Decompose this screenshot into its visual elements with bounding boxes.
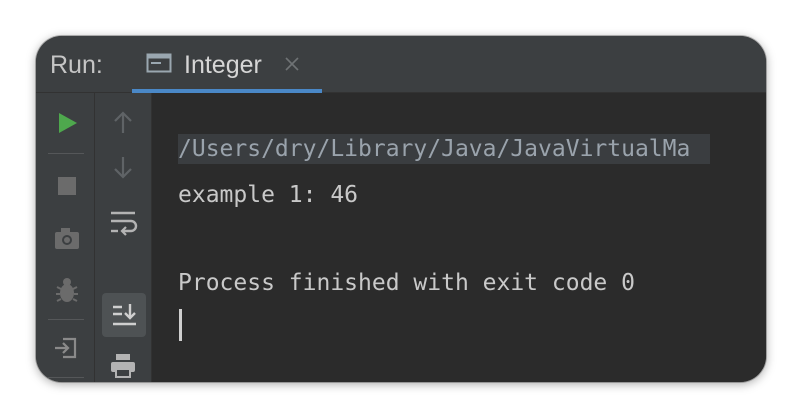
print-icon[interactable] [101,345,145,382]
soft-wrap-icon[interactable] [101,211,145,287]
tab-label: Integer [184,51,262,79]
camera-icon[interactable] [45,217,89,261]
close-icon[interactable] [282,54,302,74]
debug-bug-icon[interactable] [45,269,89,313]
rerun-icon[interactable] [45,101,89,145]
run-header-bar: Run: Integer [36,36,766,93]
scroll-to-end-icon[interactable] [102,293,146,337]
toolbar-separator [48,377,84,378]
run-label: Run: [50,51,103,79]
toolbar-separator [48,319,84,320]
console-window-icon [146,52,172,74]
up-arrow-icon[interactable] [101,101,145,145]
console-output[interactable]: /Users/dry/Library/Java/JavaVirtualMa ex… [152,93,766,382]
tab-integer[interactable]: Integer [132,36,322,93]
text-caret [179,309,182,341]
exit-icon[interactable] [45,326,89,370]
run-tool-window: Run: Integer /Users/dry/Library/Java/Jav… [36,36,766,382]
console-line-exit: Process finished with exit code 0 [178,270,635,296]
stop-icon[interactable] [45,164,89,208]
toolbar-separator [48,153,84,154]
console-line-command: /Users/dry/Library/Java/JavaVirtualMa [178,134,711,164]
run-actions-toolbar [36,93,95,382]
console-actions-toolbar [95,93,152,382]
console-line-output: example 1: 46 [178,182,359,208]
